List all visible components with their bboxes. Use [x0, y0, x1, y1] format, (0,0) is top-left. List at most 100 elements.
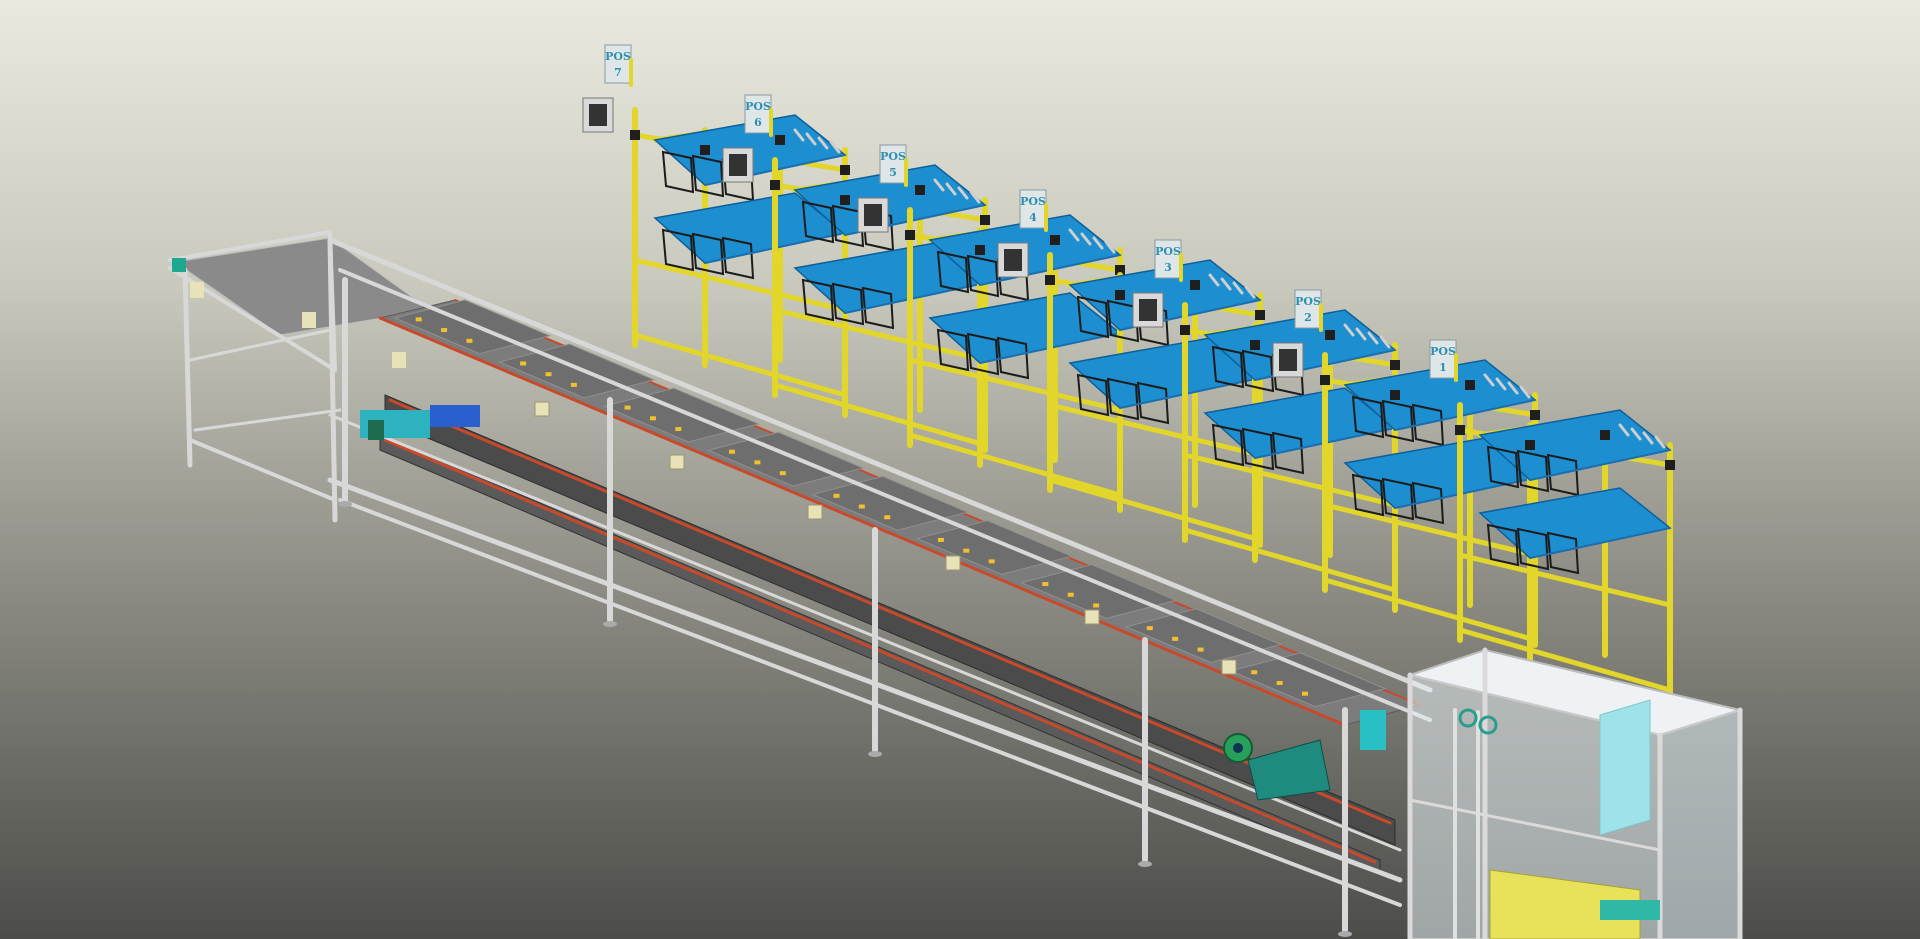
pos-sign-label: POS: [880, 150, 906, 163]
rack-station: POS 7: [582, 44, 850, 403]
pipe-joint: [1530, 410, 1540, 420]
pipe-joint: [630, 130, 640, 140]
stopper-bracket: [534, 401, 550, 417]
drive-housing: [1247, 739, 1331, 801]
frame-bottom-rail: [338, 498, 1402, 907]
lift-actuator: [1360, 710, 1386, 750]
pipe-joint: [905, 230, 915, 240]
stopper-bracket: [1084, 609, 1100, 625]
rack-beam: [907, 432, 1123, 498]
bracket: [302, 312, 316, 328]
rack-beam: [1457, 552, 1673, 608]
pos-sign-number: 1: [1439, 361, 1447, 374]
pipe-joint: [1050, 235, 1060, 245]
pipe-joint: [1665, 460, 1675, 470]
pos-sign-number: 3: [1164, 261, 1172, 274]
stopper-bracket: [1221, 659, 1237, 675]
pipe-joint: [1325, 330, 1335, 340]
stopper-bracket: [669, 454, 685, 470]
pallet-marker: [1302, 691, 1309, 696]
outfeed-enclosure: [1406, 647, 1744, 939]
pallet-marker: [545, 372, 552, 377]
pipe-joint: [700, 145, 710, 155]
pallet-marker: [1042, 582, 1049, 587]
pallet-marker: [1093, 603, 1100, 608]
pipe-joint: [1525, 440, 1535, 450]
bracket: [190, 282, 204, 298]
pipe-joint: [1465, 380, 1475, 390]
monitor-screen: [589, 104, 607, 126]
bracket: [392, 352, 406, 368]
motor-mount: [368, 420, 384, 440]
sprocket-hub: [1233, 743, 1243, 753]
pallet-marker: [937, 537, 944, 542]
internal-panel: [1599, 699, 1651, 836]
monitor-screen: [1004, 249, 1022, 271]
sensor: [172, 258, 186, 272]
leveling-foot: [338, 501, 352, 507]
pipe-joint: [840, 165, 850, 175]
pallet-marker: [1172, 636, 1179, 641]
pallet-marker: [1146, 626, 1153, 631]
pipe-joint: [980, 215, 990, 225]
leveling-foot: [1138, 861, 1152, 867]
pipe-joint: [1455, 425, 1465, 435]
pallet-marker: [833, 493, 840, 498]
pallet-marker: [675, 427, 682, 432]
pipe-joint: [775, 135, 785, 145]
pallet-marker: [441, 328, 448, 333]
pos-sign-number: 2: [1304, 311, 1312, 324]
pallet-marker: [1251, 670, 1258, 675]
pos-sign-label: POS: [1295, 295, 1321, 308]
leveling-foot: [868, 751, 882, 757]
pipe-joint: [770, 180, 780, 190]
leveling-foot: [1338, 931, 1352, 937]
pipe-joint: [915, 185, 925, 195]
pipe-joint: [1600, 430, 1610, 440]
cad-viewport: POS 7 POS 6 POS 5 POS 4 POS 3 POS 2 POS 1: [0, 0, 1920, 939]
pallet-marker: [466, 338, 473, 343]
pipe-joint: [1390, 360, 1400, 370]
pos-sign-number: 5: [889, 166, 897, 179]
pos-sign-label: POS: [1430, 345, 1456, 358]
monitor-screen: [1279, 349, 1297, 371]
pallet-marker: [754, 460, 761, 465]
pallet-marker: [884, 515, 891, 520]
enclosure-side-glass: [1659, 708, 1741, 939]
pallet-marker: [988, 559, 995, 564]
rack-beam: [632, 332, 848, 398]
monitor-screen: [864, 204, 882, 226]
pipe-joint: [1255, 310, 1265, 320]
pos-sign-number: 6: [754, 116, 762, 129]
pallet-marker: [624, 405, 631, 410]
pallet-marker: [570, 382, 577, 387]
pallet-marker: [858, 504, 865, 509]
stopper-bracket: [807, 504, 823, 520]
rack-beam: [1322, 577, 1538, 643]
transfer-unit: [1600, 900, 1660, 920]
leveling-foot: [603, 621, 617, 627]
pallet-marker: [729, 449, 736, 454]
pipe-joint: [1180, 325, 1190, 335]
pallet-marker: [1067, 592, 1074, 597]
pos-sign-number: 7: [614, 66, 622, 79]
pipe-joint: [1190, 280, 1200, 290]
pipe-joint: [840, 195, 850, 205]
stopper-bracket: [945, 555, 961, 571]
gearbox: [430, 405, 480, 427]
pallet-marker: [1197, 647, 1204, 652]
frame-rail: [188, 438, 337, 502]
monitor-screen: [1139, 299, 1157, 321]
pallet-marker: [415, 317, 422, 322]
pipe-joint: [975, 245, 985, 255]
pallet-marker: [1276, 680, 1283, 685]
pos-sign-label: POS: [605, 50, 631, 63]
rack-beam: [1047, 477, 1263, 543]
rack-beam: [1182, 527, 1398, 593]
pipe-joint: [1390, 390, 1400, 400]
pipe-joint: [1320, 375, 1330, 385]
monitor-screen: [729, 154, 747, 176]
pallet-marker: [649, 416, 656, 421]
pallet-marker: [779, 471, 786, 476]
infeed-ramp: [168, 230, 432, 523]
